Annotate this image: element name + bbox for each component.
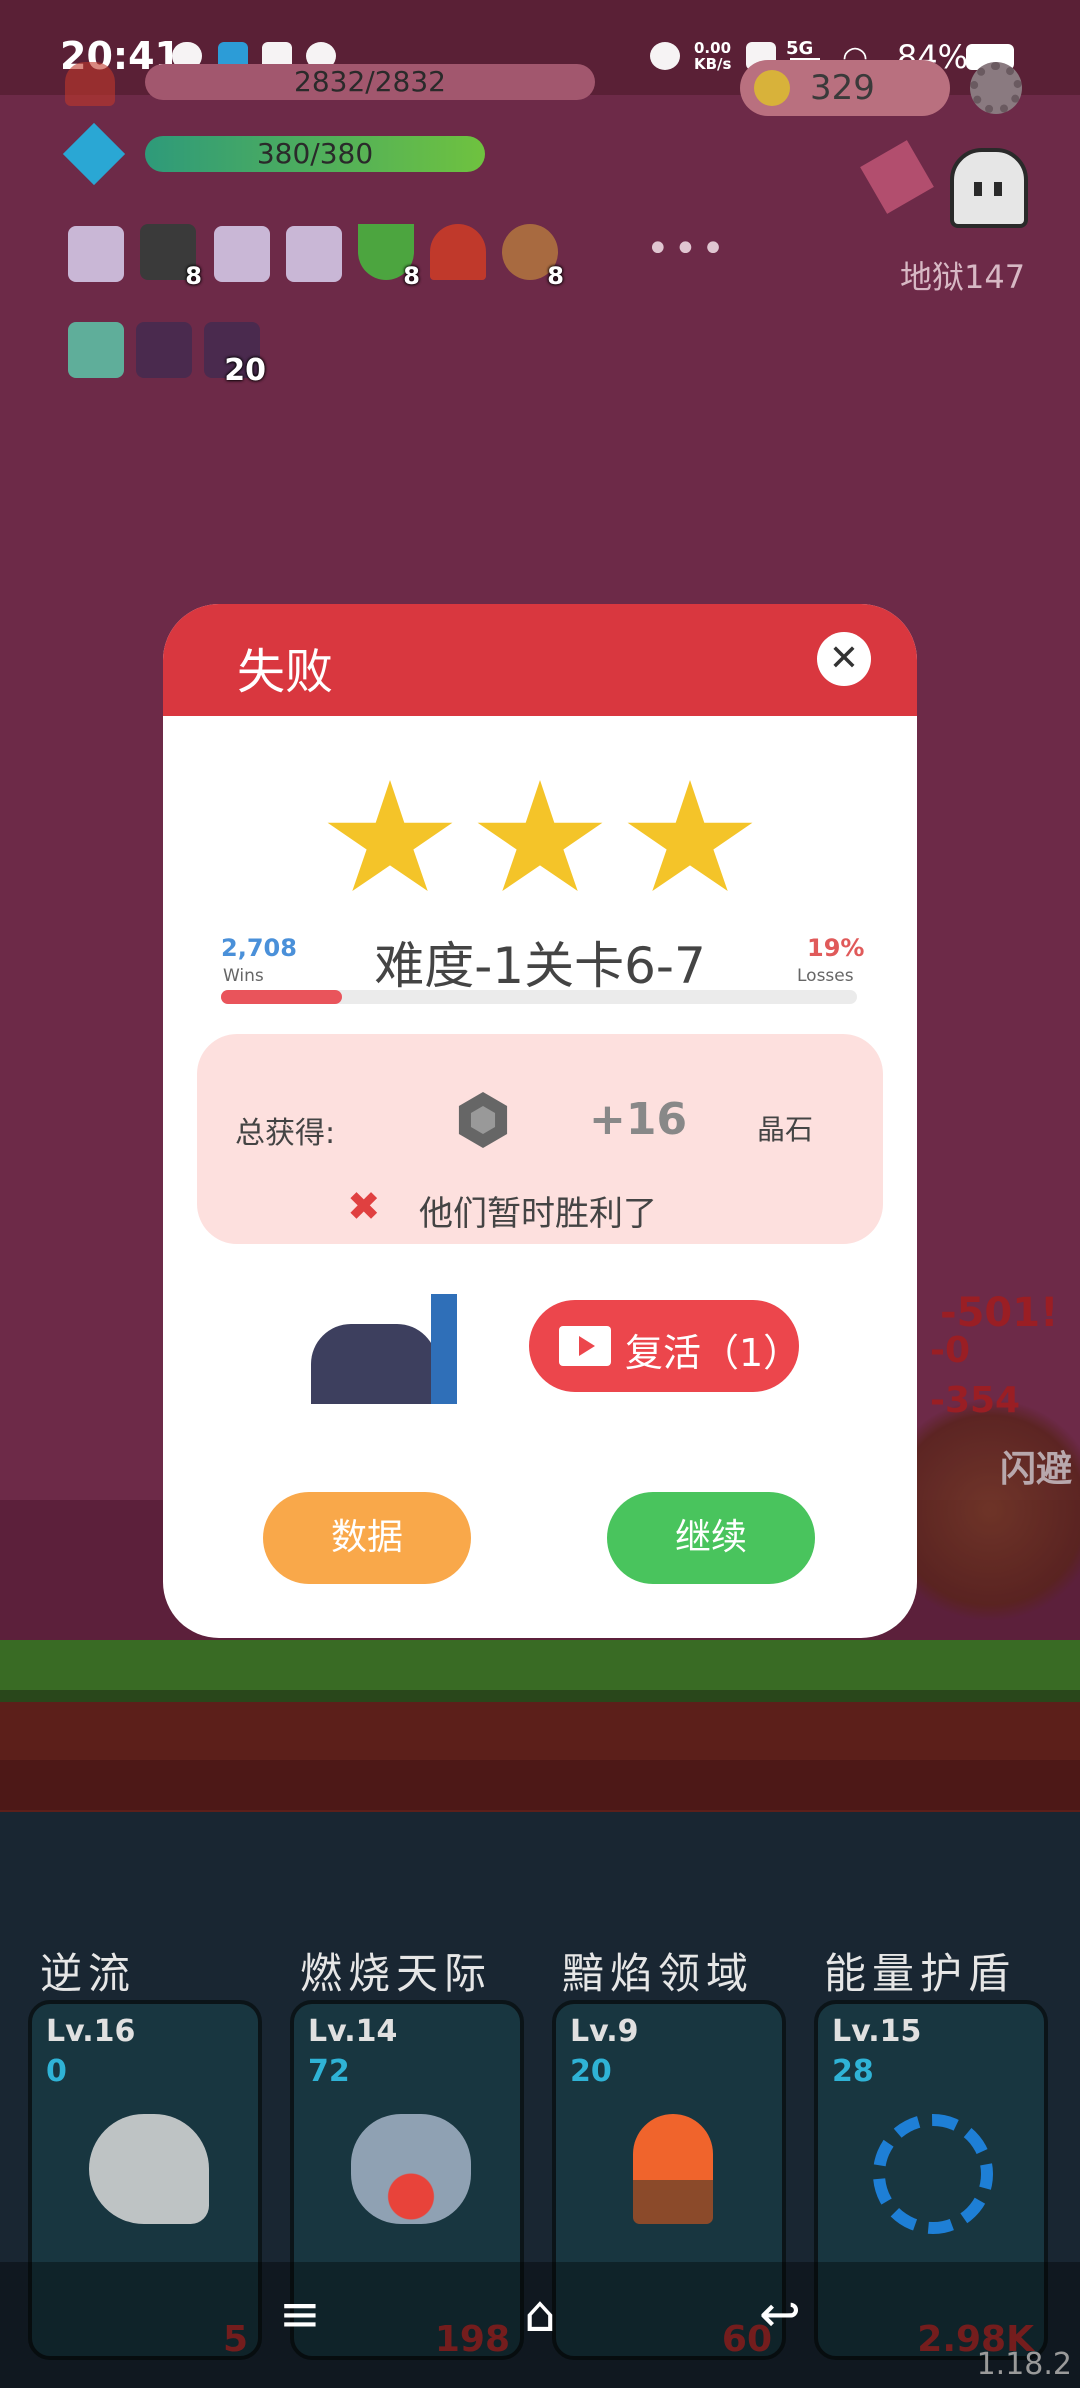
revive-button[interactable]: 复活（1） bbox=[529, 1300, 802, 1392]
data-button[interactable]: 数据 bbox=[263, 1492, 471, 1584]
hell-level-label: 地狱147 bbox=[900, 258, 1026, 296]
back-icon[interactable]: ↩ bbox=[750, 2284, 810, 2344]
star-icon bbox=[477, 780, 603, 892]
loss-percent: 19% bbox=[807, 934, 865, 962]
ghost-icon[interactable] bbox=[950, 148, 1028, 228]
crystal-icon-inner bbox=[470, 1106, 496, 1134]
revive-label: 复活（1） bbox=[625, 1331, 802, 1375]
scroll-icon[interactable] bbox=[214, 226, 270, 282]
home-icon[interactable]: ⌂ bbox=[510, 2284, 570, 2344]
skill-cooldown: 28 bbox=[832, 2054, 874, 2089]
scroll-icon[interactable] bbox=[68, 226, 124, 282]
wind-cloud-icon bbox=[89, 2114, 209, 2224]
alarm-icon bbox=[650, 42, 680, 70]
network-type: 5G bbox=[786, 38, 814, 59]
hp-text: 2832/2832 bbox=[294, 65, 446, 98]
fire-cloud-icon bbox=[351, 2114, 471, 2224]
dialog-header: 失败 ✕ bbox=[163, 604, 917, 716]
skill-name: 逆流 bbox=[40, 1949, 137, 1998]
continue-button[interactable]: 继续 bbox=[607, 1492, 815, 1584]
dialog-title: 失败 bbox=[237, 644, 334, 700]
skill-name: 能量护盾 bbox=[824, 1949, 1017, 1998]
magnet-icon[interactable] bbox=[430, 224, 486, 280]
skill-cooldown: 20 bbox=[570, 2054, 612, 2089]
hp-bar: 2832/2832 bbox=[145, 64, 595, 100]
system-nav-bar: ≡ ⌂ ↩ 1.18.2 bbox=[0, 2262, 1080, 2388]
gold-counter: 329 bbox=[740, 60, 950, 116]
reward-box: 总获得: +16 晶石 ✖ 他们暂时胜利了 bbox=[197, 1034, 883, 1244]
skill-level: Lv.14 bbox=[308, 2014, 398, 2049]
refresh-shield-icon bbox=[873, 2114, 993, 2234]
coin-icon bbox=[754, 70, 790, 106]
lightbulb-icon[interactable] bbox=[68, 322, 124, 378]
item-count: 8 bbox=[185, 262, 202, 290]
demon-face-icon[interactable]: 20 bbox=[204, 322, 266, 388]
target-icon[interactable]: 8 bbox=[502, 224, 564, 290]
loss-progress-fill bbox=[221, 990, 342, 1004]
fail-message: 他们暂时胜利了 bbox=[419, 1194, 657, 1234]
network-speed: 0.00 KB/s bbox=[694, 39, 732, 73]
gear-icon[interactable] bbox=[970, 62, 1022, 114]
item-count: 8 bbox=[547, 262, 564, 290]
defeat-dialog: 失败 ✕ 2,708 Wins 难度-1关卡6-7 19% Losses 总获得… bbox=[163, 604, 917, 1638]
ghost-eye bbox=[974, 182, 982, 196]
reward-label: 总获得: bbox=[235, 1116, 336, 1151]
demon-face-icon[interactable] bbox=[136, 322, 192, 378]
campfire-icon bbox=[633, 2114, 713, 2224]
heart-icon bbox=[65, 62, 115, 106]
video-icon bbox=[559, 1326, 611, 1366]
skill-level: Lv.15 bbox=[832, 2014, 922, 2049]
skill-level: Lv.9 bbox=[570, 2014, 639, 2049]
play-icon bbox=[579, 1336, 595, 1356]
close-button[interactable]: ✕ bbox=[817, 632, 871, 686]
mana-text: 380/380 bbox=[256, 137, 374, 170]
skill-cooldown: 0 bbox=[46, 2054, 67, 2089]
skill-name: 黯焰领域 bbox=[562, 1949, 755, 1998]
reward-amount: +16 bbox=[589, 1094, 688, 1145]
skill-cooldown: 72 bbox=[308, 2054, 350, 2089]
skull-book-icon[interactable]: 8 bbox=[140, 224, 202, 290]
skill-name: 燃烧天际 bbox=[300, 1949, 493, 1998]
level-title: 难度-1关卡6-7 bbox=[374, 937, 706, 995]
watermelon-icon[interactable]: 8 bbox=[358, 224, 420, 290]
cross-icon: ✖ bbox=[347, 1184, 381, 1230]
reward-unit: 晶石 bbox=[757, 1113, 814, 1146]
version-label: 1.18.2 bbox=[976, 2347, 1072, 2382]
menu-icon[interactable]: ≡ bbox=[270, 2284, 330, 2344]
crystal-icon bbox=[458, 1092, 508, 1148]
tombstone-icon bbox=[311, 1324, 437, 1404]
gold-amount: 329 bbox=[810, 68, 875, 108]
more-items-button[interactable]: ••• bbox=[646, 226, 729, 272]
item-count: 8 bbox=[403, 262, 420, 290]
scroll-icon[interactable] bbox=[286, 226, 342, 282]
star-icon bbox=[327, 780, 453, 892]
sword-icon bbox=[431, 1294, 457, 1404]
buff-count: 20 bbox=[224, 353, 266, 388]
mana-bar: 380/380 bbox=[145, 136, 485, 172]
loss-label: Losses bbox=[797, 966, 854, 986]
win-loss-progress bbox=[221, 990, 857, 1004]
ghost-eye bbox=[994, 182, 1002, 196]
skill-level: Lv.16 bbox=[46, 2014, 136, 2049]
star-icon bbox=[627, 780, 753, 892]
